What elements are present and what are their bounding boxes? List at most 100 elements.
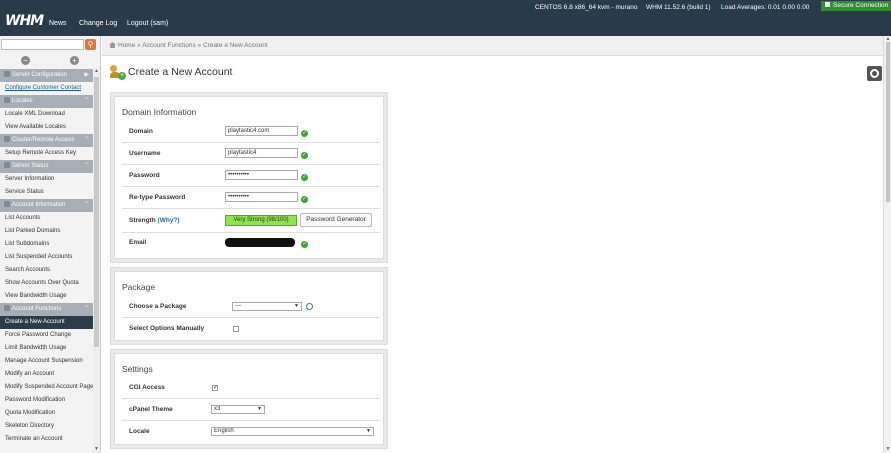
- sidebar-item-create-a-new-account[interactable]: Create a New Account: [0, 316, 93, 329]
- sidebar-category-label: Cluster/Remote Access: [12, 137, 75, 143]
- username-input[interactable]: playtastic4: [225, 148, 298, 158]
- sidebar-scrollbar[interactable]: ▲ ▼: [93, 67, 100, 453]
- scroll-down-icon[interactable]: ▼: [93, 445, 100, 453]
- create-account-icon: +: [110, 65, 126, 80]
- main-scrollbar[interactable]: ▲ ▼: [883, 36, 891, 453]
- sidebar-category-account-functions[interactable]: Account Functions ⌃: [0, 303, 93, 316]
- cpanel-theme-label: cPanel Theme: [129, 406, 173, 413]
- chevron-up-icon: ⌃: [83, 306, 89, 312]
- package-panel: Package Choose a Package --- ▼ Select Op…: [110, 267, 388, 345]
- password-input[interactable]: ••••••••••: [225, 170, 298, 180]
- sidebar-item-service-status[interactable]: Service Status: [0, 186, 93, 199]
- sidebar-item-terminate-an-account[interactable]: Terminate an Account: [0, 433, 93, 446]
- check-icon: ✓: [301, 130, 308, 137]
- chevron-down-icon: ▼: [366, 428, 371, 434]
- category-icon: [4, 136, 10, 142]
- sidebar-item-list-subdomains[interactable]: List Subdomains: [0, 238, 93, 251]
- email-row: Email ✓: [122, 233, 380, 255]
- scroll-down-icon[interactable]: ▼: [884, 446, 891, 452]
- choose-package-label: Choose a Package: [129, 303, 187, 310]
- expand-all-icon[interactable]: +: [70, 56, 79, 65]
- sidebar-item-list-accounts[interactable]: List Accounts: [0, 212, 93, 225]
- select-options-manually-label: Select Options Manually: [129, 325, 205, 332]
- sidebar-item-configure-customer-contact[interactable]: Configure Customer Contact: [0, 82, 93, 95]
- package-select[interactable]: --- ▼: [232, 302, 302, 311]
- sidebar-item-force-password-change[interactable]: Force Password Change: [0, 329, 93, 342]
- sidebar-item-server-information[interactable]: Server Information: [0, 173, 93, 186]
- select-options-manually-checkbox[interactable]: [233, 326, 239, 332]
- home-icon[interactable]: [109, 42, 116, 48]
- sidebar-category-label: Locales: [12, 98, 33, 104]
- package-select-value: ---: [235, 303, 241, 309]
- sidebar-category-label: Account Functions: [12, 306, 62, 312]
- collapse-all-icon[interactable]: −: [21, 56, 30, 65]
- domain-label: Domain: [129, 128, 153, 135]
- sidebar-category-cluster-remote-access[interactable]: Cluster/Remote Access ⌃: [0, 134, 93, 147]
- nav-news-link[interactable]: News: [49, 20, 67, 27]
- category-icon: [4, 97, 10, 103]
- breadcrumb-section[interactable]: Account Functions: [142, 42, 195, 49]
- sidebar-item-search-accounts[interactable]: Search Accounts: [0, 264, 93, 277]
- nav-logout-link[interactable]: Logout (sam): [127, 20, 168, 27]
- help-icon[interactable]: [867, 66, 882, 81]
- sidebar-item-view-available-locales[interactable]: View Available Locales: [0, 121, 93, 134]
- domain-information-panel: Domain Information Domain playtastic4.co…: [110, 92, 388, 263]
- retype-password-row: Re-type Password •••••••••• ✓: [122, 187, 380, 209]
- sidebar-item-list-suspended-accounts[interactable]: List Suspended Accounts: [0, 251, 93, 264]
- locale-select[interactable]: English ▼: [211, 427, 374, 436]
- sidebar: ⚲ − + Server Configuration ▶ Configure Cus…: [0, 36, 101, 453]
- sidebar-menu: Server Configuration ▶ Configure Customer …: [0, 69, 93, 446]
- category-icon: [4, 162, 10, 168]
- secure-connection-label: Secure Connection: [833, 2, 889, 9]
- top-bar: WHM News Change Log Logout (sam) CENTOS …: [0, 0, 891, 36]
- sidebar-item-locale-xml-download[interactable]: Locale XML Download: [0, 108, 93, 121]
- sidebar-category-locales[interactable]: Locales ⌃: [0, 95, 93, 108]
- cgi-access-checkbox[interactable]: ✓: [212, 385, 218, 391]
- domain-input[interactable]: playtastic4.com: [225, 126, 298, 136]
- category-icon: [4, 201, 10, 207]
- sidebar-category-label: Account Information: [12, 202, 66, 208]
- sidebar-category-label: Server Configuration: [12, 72, 68, 78]
- chevron-right-icon: ▶: [84, 72, 89, 78]
- sidebar-item-limit-bandwidth-usage[interactable]: Limit Bandwidth Usage: [0, 342, 93, 355]
- sidebar-category-server-configuration[interactable]: Server Configuration ▶: [0, 69, 93, 82]
- sidebar-search-input[interactable]: [1, 39, 84, 50]
- chevron-up-icon: ⌃: [83, 137, 89, 143]
- sidebar-item-modify-suspended-account-page[interactable]: Modify Suspended Account Page: [0, 381, 93, 394]
- sidebar-item-password-modification[interactable]: Password Modification: [0, 394, 93, 407]
- strength-row: Strength (Why?) Very Strong (98/100) Pas…: [122, 209, 380, 233]
- load-averages: Load Averages: 0.01 0.00 0.00: [721, 4, 810, 11]
- retype-password-input[interactable]: ••••••••••: [225, 192, 298, 202]
- sidebar-category-server-status[interactable]: Server Status ⌃: [0, 160, 93, 173]
- sidebar-item-setup-remote-access-key[interactable]: Setup Remote Access Key: [0, 147, 93, 160]
- breadcrumb-home[interactable]: Home: [118, 42, 135, 49]
- sidebar-item-view-bandwidth-usage[interactable]: View Bandwidth Usage: [0, 290, 93, 303]
- cgi-access-row: CGI Access ✓: [122, 377, 380, 399]
- breadcrumb-separator: »: [137, 42, 141, 49]
- sidebar-item-skeleton-directory[interactable]: Skeleton Directory: [0, 420, 93, 433]
- check-icon: ✓: [301, 196, 308, 203]
- magnifier-icon[interactable]: [306, 303, 313, 310]
- whm-version: WHM 11.52.6 (build 1): [646, 4, 711, 11]
- main-scroll-thumb[interactable]: [886, 42, 890, 202]
- sidebar-item-quota-modification[interactable]: Quota Modification: [0, 407, 93, 420]
- sidebar-item-manage-account-suspension[interactable]: Manage Account Suspension: [0, 355, 93, 368]
- why-link[interactable]: (Why?): [158, 217, 180, 224]
- whm-logo[interactable]: WHM: [5, 13, 44, 29]
- nav-change-log-link[interactable]: Change Log: [79, 20, 117, 27]
- sidebar-category-label: Server Status: [12, 163, 49, 169]
- sidebar-item-list-parked-domains[interactable]: List Parked Domains: [0, 225, 93, 238]
- check-icon: ✓: [301, 241, 308, 248]
- sidebar-item-show-accounts-over-quota[interactable]: Show Accounts Over Quota: [0, 277, 93, 290]
- sidebar-item-modify-an-account[interactable]: Modify an Account: [0, 368, 93, 381]
- sidebar-scroll-thumb[interactable]: [94, 77, 99, 347]
- breadcrumb: Home » Account Functions » Create a New …: [102, 36, 883, 56]
- email-input-redacted[interactable]: [225, 238, 295, 247]
- scroll-up-icon[interactable]: ▲: [93, 67, 100, 75]
- search-icon[interactable]: ⚲: [85, 39, 96, 50]
- category-icon: [4, 71, 10, 77]
- sidebar-category-account-information[interactable]: Account Information ⌃: [0, 199, 93, 212]
- cpanel-theme-select[interactable]: x3 ▼: [211, 405, 265, 414]
- category-icon: [4, 305, 10, 311]
- password-generator-button[interactable]: Password Generator: [300, 213, 372, 227]
